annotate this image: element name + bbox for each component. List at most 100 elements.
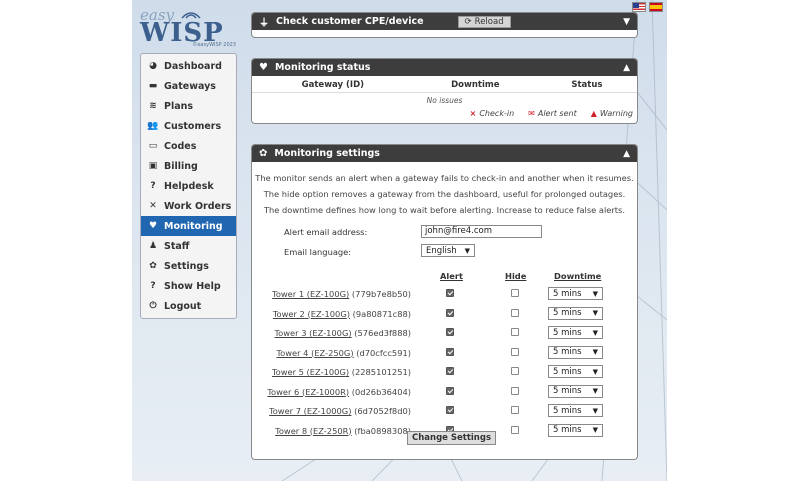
tower-label: Tower 7 xyxy=(269,406,302,416)
sidebar-item-helpdesk[interactable]: ? Helpdesk xyxy=(141,176,236,196)
tower-link[interactable]: Tower 5 (EZ-100G) xyxy=(272,367,349,377)
monitoring-status-panel: ♥ Monitoring status ▲ Gateway (ID) Downt… xyxy=(251,58,638,124)
table-row: Tower 5 (EZ-100G) (2285101251) 5 mins ▼ xyxy=(252,364,637,383)
change-settings-button[interactable]: Change Settings xyxy=(407,431,497,445)
settings-panel-title: Monitoring settings xyxy=(274,148,380,159)
sidebar-item-label: Logout xyxy=(164,300,202,312)
alert-checkbox[interactable] xyxy=(446,367,454,375)
tower-link[interactable]: Tower 6 (EZ-1000R) xyxy=(267,387,349,397)
tower-id: (d70cfcc591) xyxy=(356,347,411,358)
chevron-up-icon[interactable]: ▲ xyxy=(623,149,630,159)
tower-name: Tower 3 (EZ-100G) (576ed3f888) xyxy=(275,328,411,338)
hide-checkbox[interactable] xyxy=(511,347,519,356)
question-icon: ? xyxy=(150,281,156,291)
alert-checkbox[interactable] xyxy=(446,347,454,356)
tower-link[interactable]: Tower 8 (EZ-250R) xyxy=(275,426,351,436)
table-row: Tower 7 (EZ-1000G) (6d7052f8d0) 5 mins ▼ xyxy=(252,403,637,422)
downtime-value: 5 mins xyxy=(553,288,582,299)
hide-checkbox[interactable] xyxy=(511,386,519,395)
downtime-select[interactable]: 5 mins ▼ xyxy=(548,365,603,378)
tower-model: EZ-250R xyxy=(313,425,349,436)
sidebar-item-logout[interactable]: ⏻ Logout xyxy=(141,296,236,316)
sidebar-item-monitoring[interactable]: ♥ Monitoring xyxy=(141,216,236,236)
tools-icon: ✕ xyxy=(149,201,157,211)
alert-checkbox[interactable] xyxy=(446,406,454,414)
cpe-panel-header[interactable]: ⏚ Check customer CPE/device ⟳ Reload ▼ xyxy=(252,13,637,30)
tower-label: Tower 5 xyxy=(271,367,304,377)
chevron-down-icon: ▼ xyxy=(592,328,598,337)
tower-link[interactable]: Tower 7 (EZ-1000G) xyxy=(269,406,351,416)
billing-icon: ▣ xyxy=(148,161,158,171)
table-row: Tower 6 (EZ-1000R) (0d26b36404) 5 mins ▼ xyxy=(252,384,637,403)
es-flag-icon[interactable] xyxy=(649,2,663,12)
hide-checkbox[interactable] xyxy=(511,308,519,317)
sidebar-item-customers[interactable]: 👥 Customers xyxy=(141,116,236,136)
tower-label: Tower 4 xyxy=(276,347,309,358)
sidebar-item-settings[interactable]: ✿ Settings xyxy=(141,256,236,276)
easywisp-logo[interactable]: easy WISP ©easyWISP 2023 xyxy=(138,6,242,48)
hide-checkbox[interactable] xyxy=(511,425,519,434)
tower-id: (9a80871c88) xyxy=(352,308,411,319)
downtime-select[interactable]: 5 mins ▼ xyxy=(548,345,603,359)
downtime-select[interactable]: 5 mins ▼ xyxy=(548,404,603,417)
no-issues-text: No issues xyxy=(426,96,463,105)
tower-link[interactable]: Tower 2 (EZ-100G) xyxy=(273,309,350,319)
tower-label: Tower 8 xyxy=(275,425,308,436)
tower-name: Tower 5 (EZ-100G) (2285101251) xyxy=(272,367,411,377)
table-row: Tower 4 (EZ-250G) (d70cfcc591) 5 mins ▼ xyxy=(252,345,637,364)
sidebar-item-billing[interactable]: ▣ Billing xyxy=(141,156,236,176)
alert-email-input[interactable]: john@fire4.com xyxy=(421,225,542,238)
downtime-value: 5 mins xyxy=(553,327,582,338)
alert-checkbox[interactable] xyxy=(446,308,454,317)
status-legend: × Check-in ✉ Alert sent ▲ Warning xyxy=(252,107,637,122)
us-flag-icon[interactable] xyxy=(632,2,646,12)
tower-link[interactable]: Tower 3 (EZ-100G) xyxy=(275,328,352,338)
gateway-icon: ▬ xyxy=(148,81,158,91)
downtime-select[interactable]: 5 mins ▼ xyxy=(548,384,603,398)
intro-line-1: The monitor sends an alert when a gatewa… xyxy=(255,173,634,183)
chevron-up-icon[interactable]: ▲ xyxy=(623,63,630,73)
chevron-down-icon[interactable]: ▼ xyxy=(623,17,630,27)
status-panel-header[interactable]: ♥ Monitoring status ▲ xyxy=(252,59,637,76)
tower-id: (779b7e8b50) xyxy=(351,289,411,299)
app-frame: easy WISP ©easyWISP 2023 ◕ Dashboard ▬ Gate… xyxy=(132,0,667,481)
sidebar-item-codes[interactable]: ▭ Codes xyxy=(141,136,236,156)
sidebar-item-plans[interactable]: ≋ Plans xyxy=(141,96,236,116)
hide-checkbox[interactable] xyxy=(511,328,519,336)
alert-checkbox[interactable] xyxy=(446,289,454,297)
sidebar-item-label: Helpdesk xyxy=(164,180,214,192)
sidebar-item-work-orders[interactable]: ✕ Work Orders xyxy=(141,196,236,216)
tower-label: Tower 3 xyxy=(274,328,307,338)
hide-checkbox[interactable] xyxy=(511,406,519,414)
tower-name: Tower 4 (EZ-250G) (d70cfcc591) xyxy=(276,348,411,358)
sidebar-item-show-help[interactable]: ? Show Help xyxy=(141,276,236,296)
sidebar-item-gateways[interactable]: ▬ Gateways xyxy=(141,76,236,96)
settings-panel-header[interactable]: ✿ Monitoring settings ▲ xyxy=(252,145,637,162)
alert-checkbox[interactable] xyxy=(446,386,454,395)
sidebar-item-label: Work Orders xyxy=(164,200,232,212)
tower-link[interactable]: Tower 1 (EZ-100G) xyxy=(272,289,349,299)
hide-checkbox[interactable] xyxy=(511,289,519,297)
downtime-select[interactable]: 5 mins ▼ xyxy=(548,287,603,300)
sidebar-nav: ◕ Dashboard ▬ Gateways ≋ Plans 👥 Customers ▭ Code… xyxy=(140,53,237,319)
tower-link[interactable]: Tower 4 (EZ-250G) xyxy=(276,348,353,358)
downtime-select[interactable]: 5 mins ▼ xyxy=(548,326,603,339)
downtime-select[interactable]: 5 mins ▼ xyxy=(548,423,603,437)
alert-checkbox[interactable] xyxy=(446,328,454,336)
sidebar-item-label: Plans xyxy=(164,100,194,112)
downtime-select[interactable]: 5 mins ▼ xyxy=(548,306,603,320)
sidebar-item-staff[interactable]: ♟ Staff xyxy=(141,236,236,256)
sidebar-item-label: Monitoring xyxy=(164,220,223,232)
hide-checkbox[interactable] xyxy=(511,367,519,375)
tower-name: Tower 7 (EZ-1000G) (6d7052f8d0) xyxy=(269,406,411,416)
sidebar-item-dashboard[interactable]: ◕ Dashboard xyxy=(141,56,236,76)
email-language-select[interactable]: English ▼ xyxy=(421,244,475,257)
col-downtime: Downtime xyxy=(413,78,537,93)
chevron-down-icon: ▼ xyxy=(464,246,470,255)
plug-icon: ⏚ xyxy=(259,18,269,29)
chevron-down-icon: ▼ xyxy=(592,387,598,395)
chevron-down-icon: ▼ xyxy=(592,348,598,356)
reload-button[interactable]: ⟳ Reload xyxy=(457,15,511,28)
power-icon: ⏻ xyxy=(149,301,157,311)
reload-label: Reload xyxy=(474,16,504,27)
